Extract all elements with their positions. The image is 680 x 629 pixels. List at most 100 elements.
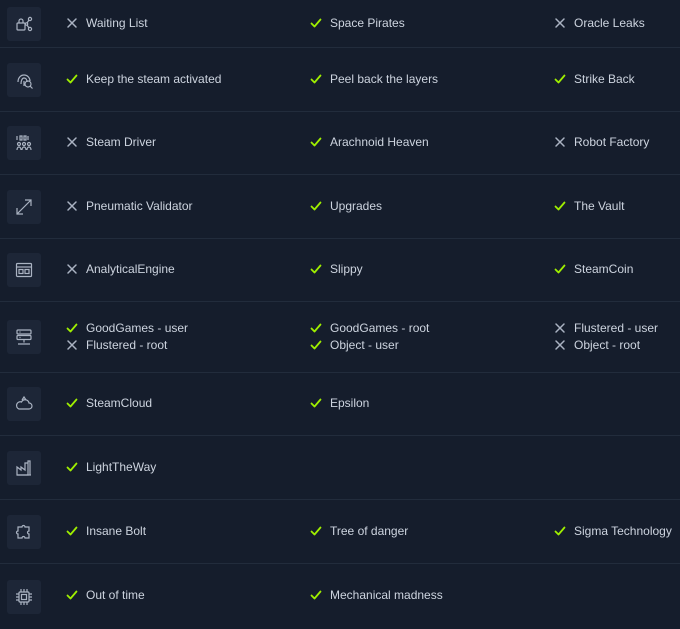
challenge-item[interactable]: Waiting List bbox=[66, 15, 148, 31]
challenge-item[interactable]: Epsilon bbox=[310, 395, 369, 411]
challenge-label: Sigma Technology bbox=[574, 524, 672, 538]
check-icon bbox=[554, 200, 566, 212]
server-network-icon bbox=[7, 320, 41, 354]
check-icon bbox=[310, 263, 322, 275]
challenge-label: AnalyticalEngine bbox=[86, 262, 175, 276]
check-icon bbox=[310, 73, 322, 85]
challenge-label: Object - root bbox=[574, 338, 641, 352]
challenge-item[interactable]: Mechanical madness bbox=[310, 587, 443, 603]
challenge-item[interactable]: GoodGames - root bbox=[310, 320, 429, 336]
challenge-label: Strike Back bbox=[574, 72, 635, 86]
challenge-row: SteamCloud Epsilon bbox=[0, 373, 680, 436]
challenge-row: AnalyticalEngine Slippy SteamCoin bbox=[0, 239, 680, 302]
check-icon bbox=[66, 397, 78, 409]
challenge-item[interactable]: Object - user bbox=[310, 337, 399, 353]
challenge-item[interactable]: Robot Factory bbox=[554, 134, 649, 150]
challenge-row: Keep the steam activated Peel back the la… bbox=[0, 48, 680, 112]
challenge-item[interactable]: Flustered - user bbox=[554, 320, 658, 336]
cross-icon bbox=[66, 339, 78, 351]
challenge-item[interactable]: Flustered - root bbox=[66, 337, 167, 353]
challenge-item[interactable]: AnalyticalEngine bbox=[66, 261, 175, 277]
challenge-item[interactable]: Insane Bolt bbox=[66, 523, 146, 539]
challenge-label: GoodGames - root bbox=[330, 321, 430, 335]
challenge-row: LightTheWay bbox=[0, 436, 680, 500]
challenge-item[interactable]: LightTheWay bbox=[66, 459, 156, 475]
challenge-label: GoodGames - user bbox=[86, 321, 189, 335]
challenge-item[interactable]: GoodGames - user bbox=[66, 320, 188, 336]
chip-icon bbox=[7, 579, 41, 614]
check-icon bbox=[66, 461, 78, 473]
cloud-icon bbox=[7, 387, 41, 421]
check-icon bbox=[66, 589, 78, 601]
challenge-item[interactable]: Slippy bbox=[310, 261, 363, 277]
cross-icon bbox=[554, 339, 566, 351]
check-icon bbox=[554, 73, 566, 85]
challenge-label: Steam Driver bbox=[86, 135, 157, 149]
challenge-label: Flustered - root bbox=[86, 338, 168, 352]
challenge-item[interactable]: Space Pirates bbox=[310, 15, 405, 31]
cross-icon bbox=[554, 322, 566, 334]
challenge-label: Keep the steam activated bbox=[86, 72, 222, 86]
check-icon bbox=[554, 525, 566, 537]
challenge-label: Out of time bbox=[86, 588, 145, 602]
check-icon bbox=[66, 322, 78, 334]
cross-icon bbox=[554, 136, 566, 148]
challenge-label: Arachnoid Heaven bbox=[330, 135, 429, 149]
challenge-item[interactable]: SteamCloud bbox=[66, 395, 152, 411]
fingerprint-search-icon bbox=[7, 62, 41, 97]
challenge-label: Waiting List bbox=[86, 16, 148, 30]
challenge-label: Flustered - user bbox=[574, 321, 659, 335]
cross-icon bbox=[66, 263, 78, 275]
challenge-item[interactable]: Sigma Technology bbox=[554, 523, 672, 539]
check-icon bbox=[310, 17, 322, 29]
cross-icon bbox=[66, 17, 78, 29]
challenge-label: Robot Factory bbox=[574, 135, 650, 149]
diagonal-arrows-icon bbox=[7, 189, 41, 224]
check-icon bbox=[310, 589, 322, 601]
check-icon bbox=[310, 200, 322, 212]
challenge-label: LightTheWay bbox=[86, 460, 157, 474]
challenge-label: Tree of danger bbox=[330, 524, 409, 538]
challenge-label: SteamCloud bbox=[86, 396, 153, 410]
challenge-row: GoodGames - user Flustered - root GoodGame… bbox=[0, 302, 680, 373]
challenge-row: Insane Bolt Tree of danger Sigma Technolog… bbox=[0, 500, 680, 564]
cross-icon bbox=[554, 17, 566, 29]
challenge-item[interactable]: The Vault bbox=[554, 198, 624, 214]
challenge-item[interactable]: Steam Driver bbox=[66, 134, 156, 150]
challenge-row: Out of time Mechanical madness bbox=[0, 564, 680, 629]
window-app-icon bbox=[7, 253, 41, 287]
check-icon bbox=[310, 322, 322, 334]
challenge-row: Waiting List Space Pirates Oracle Leaks bbox=[0, 0, 680, 48]
challenge-item[interactable]: Oracle Leaks bbox=[554, 15, 645, 31]
challenge-item[interactable]: Out of time bbox=[66, 587, 145, 603]
challenge-item[interactable]: Object - root bbox=[554, 337, 640, 353]
check-icon bbox=[554, 263, 566, 275]
challenge-item[interactable]: Keep the steam activated bbox=[66, 71, 221, 87]
check-icon bbox=[66, 525, 78, 537]
challenge-label: Insane Bolt bbox=[86, 524, 147, 538]
challenge-label: The Vault bbox=[574, 199, 625, 213]
challenge-item[interactable]: Tree of danger bbox=[310, 523, 408, 539]
challenge-label: Upgrades bbox=[330, 199, 383, 213]
challenge-item[interactable]: Pneumatic Validator bbox=[66, 198, 193, 214]
challenge-item[interactable]: SteamCoin bbox=[554, 261, 633, 277]
challenge-label: Object - user bbox=[330, 338, 399, 352]
binary-code-icon bbox=[7, 126, 41, 160]
puzzle-icon bbox=[7, 514, 41, 549]
lock-share-icon bbox=[7, 6, 41, 41]
challenge-label: SteamCoin bbox=[574, 262, 634, 276]
challenge-item[interactable]: Strike Back bbox=[554, 71, 635, 87]
challenge-row: Steam Driver Arachnoid Heaven Robot Factor… bbox=[0, 112, 680, 175]
cross-icon bbox=[66, 200, 78, 212]
cross-icon bbox=[66, 136, 78, 148]
challenge-label: Space Pirates bbox=[330, 16, 405, 30]
challenge-item[interactable]: Arachnoid Heaven bbox=[310, 134, 429, 150]
check-icon bbox=[310, 339, 322, 351]
challenge-label: Mechanical madness bbox=[330, 588, 443, 602]
challenge-item[interactable]: Peel back the layers bbox=[310, 71, 438, 87]
challenge-row: Pneumatic Validator Upgrades The Vault bbox=[0, 175, 680, 239]
factory-icon bbox=[7, 450, 41, 485]
challenge-item[interactable]: Upgrades bbox=[310, 198, 382, 214]
check-icon bbox=[310, 525, 322, 537]
challenge-label: Slippy bbox=[330, 262, 363, 276]
